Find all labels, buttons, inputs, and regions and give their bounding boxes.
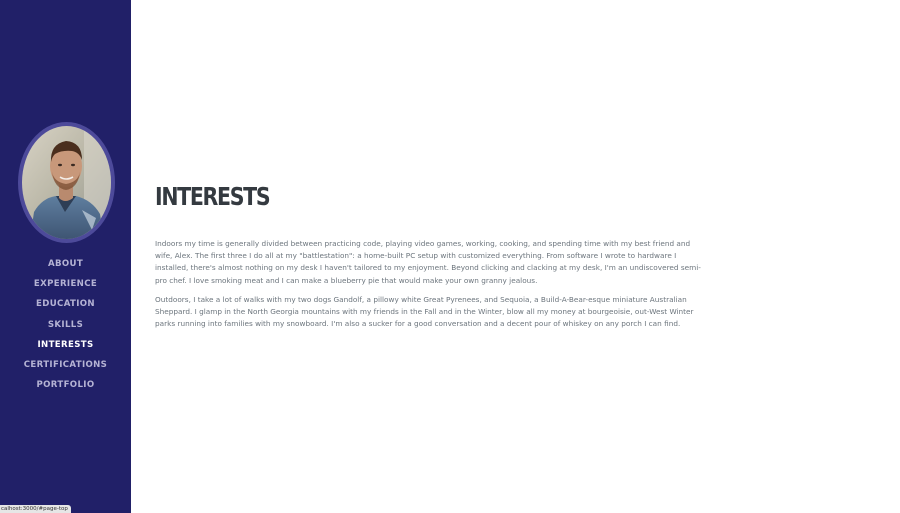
nav-item-skills: SKILLS	[0, 316, 131, 336]
nav-link-interests[interactable]: INTERESTS	[37, 340, 93, 350]
sidebar-nav: ABOUT EXPERIENCE EDUCATION SKILLS INTERE…	[0, 255, 131, 396]
nav-link-experience[interactable]: EXPERIENCE	[34, 279, 97, 289]
nav-item-experience: EXPERIENCE	[0, 275, 131, 295]
nav-link-skills[interactable]: SKILLS	[48, 320, 83, 330]
nav-item-about: ABOUT	[0, 255, 131, 275]
section-title: Interests	[155, 182, 271, 211]
sidebar: ABOUT EXPERIENCE EDUCATION SKILLS INTERE…	[0, 0, 131, 513]
status-bar-url: calhost:3000/#page-top	[0, 505, 71, 513]
nav-link-portfolio[interactable]: PORTFOLIO	[36, 380, 94, 390]
nav-item-interests: INTERESTS	[0, 336, 131, 356]
nav-item-certifications: CERTIFICATIONS	[0, 356, 131, 376]
interests-paragraph-indoors: Indoors my time is generally divided bet…	[155, 239, 701, 285]
nav-item-education: EDUCATION	[0, 295, 131, 315]
nav-item-portfolio: PORTFOLIO	[0, 376, 131, 396]
nav-link-education[interactable]: EDUCATION	[36, 299, 95, 309]
nav-link-certifications[interactable]: CERTIFICATIONS	[24, 360, 107, 370]
nav-link-about[interactable]: ABOUT	[48, 259, 83, 269]
profile-photo	[22, 126, 111, 239]
profile-avatar-frame	[18, 122, 115, 243]
interests-paragraph-outdoors: Outdoors, I take a lot of walks with my …	[155, 295, 694, 329]
